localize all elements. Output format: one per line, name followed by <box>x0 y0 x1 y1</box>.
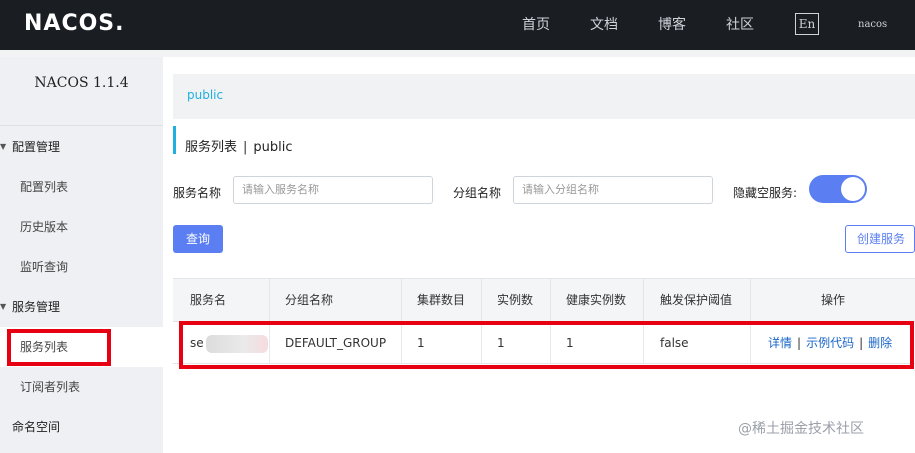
query-button[interactable]: 查询 <box>173 225 223 253</box>
service-name-label: 服务名称 <box>173 186 222 200</box>
highlight-box-row <box>179 321 914 369</box>
top-navbar: NACOS. 首页 文档 博客 社区 En nacos <box>0 0 915 50</box>
page-title-namespace: public <box>253 140 293 155</box>
col-healthy-count: 健康实例数 <box>551 279 644 321</box>
sidebar-item-label: 订阅者列表 <box>20 380 81 394</box>
watermark: @稀土掘金技术社区 <box>738 421 864 437</box>
sidebar-item-label: 配置管理 <box>12 140 61 154</box>
sidebar-item-listener-query[interactable]: 监听查询 <box>0 247 163 287</box>
hide-empty-toggle[interactable] <box>809 175 867 203</box>
col-operations: 操作 <box>820 293 845 307</box>
sidebar-item-label: 命名空间 <box>12 420 61 434</box>
nav-docs[interactable]: 文档 <box>590 0 618 50</box>
col-service-name: 服务名 <box>173 279 270 321</box>
col-threshold: 触发保护阈值 <box>644 279 751 321</box>
sidebar-divider <box>0 125 163 126</box>
nav-blog[interactable]: 博客 <box>658 0 686 50</box>
sidebar-group-config[interactable]: ▼ 配置管理 <box>0 127 163 167</box>
sidebar-group-service[interactable]: ▼ 服务管理 <box>0 287 163 327</box>
version-label: NACOS 1.1.4 <box>34 75 129 91</box>
create-service-button[interactable]: 创建服务 <box>845 225 915 253</box>
toggle-knob <box>841 177 865 201</box>
sidebar: NACOS 1.1.4 ▼ 配置管理 配置列表 历史版本 监听查询 ▼ 服务管理… <box>0 57 163 453</box>
col-cluster-count: 集群数目 <box>402 279 482 321</box>
sidebar-item-history[interactable]: 历史版本 <box>0 207 163 247</box>
caret-down-icon: ▼ <box>0 142 7 151</box>
col-group-name: 分组名称 <box>270 279 402 321</box>
nav-community[interactable]: 社区 <box>726 0 754 50</box>
sidebar-item-label: 历史版本 <box>20 220 69 234</box>
title-separator: | <box>243 140 248 155</box>
table-header: 服务名 分组名称 集群数目 实例数 健康实例数 触发保护阈值 操作 <box>173 278 915 322</box>
service-name-input[interactable]: 请输入服务名称 <box>233 176 433 204</box>
sidebar-item-label: 配置列表 <box>20 180 69 194</box>
sidebar-item-config-list[interactable]: 配置列表 <box>0 167 163 207</box>
nacos-logo[interactable]: NACOS. <box>24 11 125 36</box>
main-content: public 服务列表 | public 服务名称 请输入服务名称 分组名称 请输入… <box>163 57 915 453</box>
col-instance-count: 实例数 <box>482 279 551 321</box>
sidebar-item-namespace[interactable]: 命名空间 <box>0 407 163 447</box>
group-name-input[interactable]: 请输入分组名称 <box>513 176 713 204</box>
group-name-label: 分组名称 <box>453 186 502 200</box>
language-switch-button[interactable]: En <box>795 13 819 35</box>
hide-empty-label: 隐藏空服务: <box>733 186 798 200</box>
title-accent-bar <box>173 126 176 154</box>
user-name[interactable]: nacos <box>858 0 887 50</box>
namespace-bar: public <box>173 74 915 119</box>
sidebar-item-subscribers[interactable]: 订阅者列表 <box>0 367 163 407</box>
highlight-box-sidebar <box>7 329 111 366</box>
page-title-text: 服务列表 <box>185 140 238 155</box>
caret-down-icon: ▼ <box>0 302 7 311</box>
nav-home[interactable]: 首页 <box>522 0 550 50</box>
sidebar-item-label: 服务管理 <box>12 300 61 314</box>
page-title: 服务列表 | public <box>185 136 293 155</box>
namespace-public-link[interactable]: public <box>187 88 223 102</box>
sidebar-item-label: 监听查询 <box>20 260 69 274</box>
